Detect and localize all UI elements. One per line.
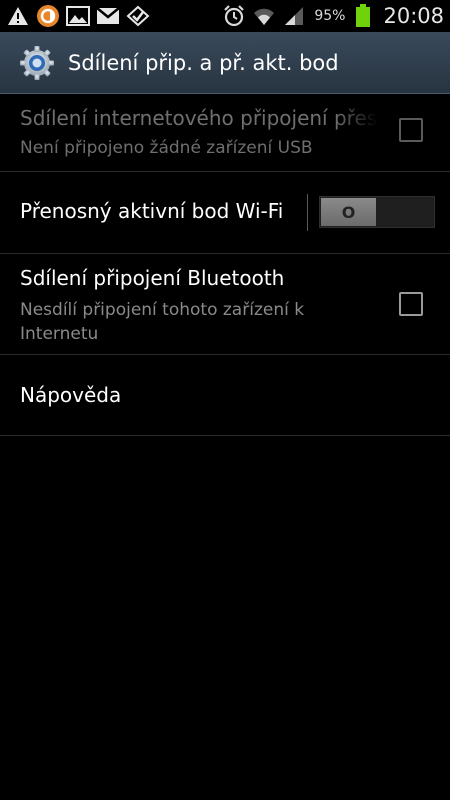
wifi-hotspot-item[interactable]: Přenosný aktivní bod Wi-Fi O bbox=[0, 172, 450, 254]
battery-icon bbox=[351, 4, 375, 28]
wifi-hotspot-title: Přenosný aktivní bod Wi-Fi bbox=[20, 199, 284, 223]
toggle-off-label: O bbox=[341, 202, 356, 222]
usb-tethering-checkbox bbox=[399, 118, 423, 142]
signal-icon bbox=[282, 4, 306, 28]
status-bar: 95% 20:08 bbox=[0, 0, 450, 32]
toggle-knob: O bbox=[321, 198, 376, 226]
bluetooth-tethering-title: Sdílení připojení Bluetooth bbox=[20, 266, 285, 290]
image-icon bbox=[66, 4, 90, 28]
bluetooth-tethering-item[interactable]: Sdílení připojení Bluetooth Nesdílí přip… bbox=[0, 254, 450, 355]
page-title: Sdílení přip. a př. akt. bod bbox=[68, 50, 339, 75]
help-item[interactable]: Nápověda bbox=[0, 355, 450, 436]
check-icon bbox=[126, 4, 150, 28]
help-title: Nápověda bbox=[20, 383, 122, 407]
wifi-hotspot-toggle[interactable]: O bbox=[319, 196, 435, 228]
usb-tethering-subtitle: Není připojeno žádné zařízení USB bbox=[20, 138, 313, 158]
wifi-icon bbox=[252, 4, 276, 28]
warning-icon bbox=[6, 4, 30, 28]
settings-list: Sdílení internetového připojení přes USB… bbox=[0, 94, 450, 436]
alarm-icon bbox=[222, 4, 246, 28]
clock: 20:08 bbox=[383, 4, 444, 28]
bluetooth-tethering-subtitle: Nesdílí připojení tohoto zařízení k Inte… bbox=[20, 300, 305, 344]
item-divider bbox=[307, 194, 308, 231]
settings-gear-icon[interactable] bbox=[19, 45, 55, 81]
usb-tethering-item: Sdílení internetového připojení přes USB… bbox=[0, 94, 450, 172]
bluetooth-tethering-checkbox[interactable] bbox=[399, 292, 423, 316]
notification-icons bbox=[6, 4, 150, 28]
system-icons: 95% 20:08 bbox=[222, 4, 444, 28]
title-bar: Sdílení přip. a př. akt. bod bbox=[0, 32, 450, 94]
gmail-icon bbox=[96, 4, 120, 28]
battery-percent: 95% bbox=[314, 8, 346, 24]
usb-tethering-title: Sdílení internetového připojení přes USB bbox=[20, 106, 378, 130]
app-icon bbox=[36, 4, 60, 28]
